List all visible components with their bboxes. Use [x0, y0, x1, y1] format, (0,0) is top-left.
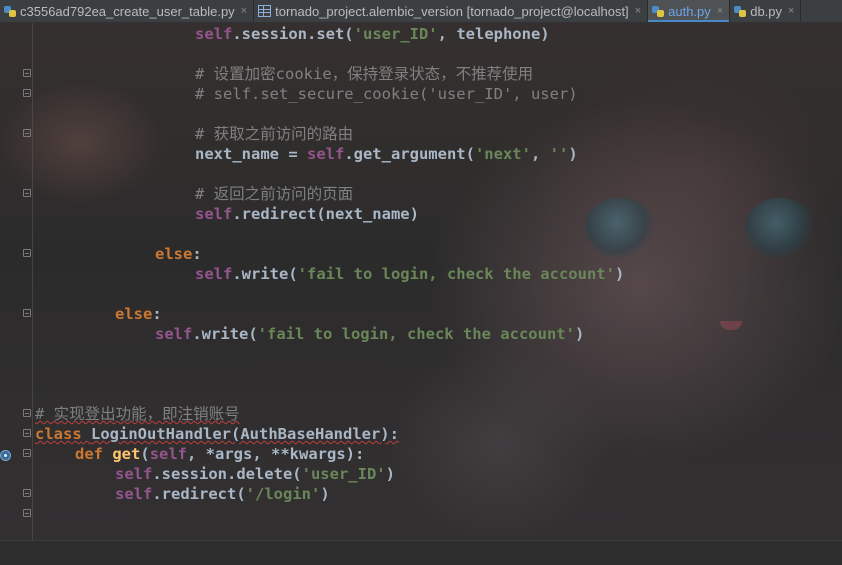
- code-token: LoginOutHandler: [91, 425, 231, 443]
- code-token: :: [192, 245, 202, 263]
- close-icon[interactable]: ×: [717, 5, 723, 17]
- code-token: (: [140, 445, 150, 463]
- code-token: def: [75, 445, 103, 463]
- status-bar: [0, 540, 842, 565]
- code-line: self.session.delete('user_ID'): [115, 464, 395, 484]
- close-icon[interactable]: ×: [635, 5, 641, 17]
- code-token: self: [195, 265, 233, 283]
- code-token: '/login': [245, 485, 321, 503]
- tab-label: tornado_project.alembic_version [tornado…: [275, 3, 629, 19]
- fold-icon[interactable]: [23, 489, 31, 497]
- code-token: ): [568, 145, 578, 163]
- tab-alembic-version-table[interactable]: tornado_project.alembic_version [tornado…: [254, 0, 649, 22]
- background-decoration: [585, 198, 655, 258]
- code-token: .session.delete(: [152, 465, 302, 483]
- close-icon[interactable]: ×: [788, 5, 794, 17]
- code-comment: # self.set_secure_cookie('user_ID', user…: [195, 85, 578, 103]
- python-file-icon: [734, 5, 747, 17]
- code-token: ,: [530, 145, 550, 163]
- code-token: self: [195, 205, 233, 223]
- code-token: 'user_ID': [301, 465, 386, 483]
- override-method-icon[interactable]: [0, 450, 11, 461]
- code-token: self: [115, 465, 153, 483]
- code-token: self: [149, 445, 188, 463]
- code-line: next_name = self.get_argument('next', ''…: [195, 144, 578, 164]
- table-icon: [258, 5, 272, 17]
- code-token: .write(: [192, 325, 258, 343]
- tab-c3556ad792ea-create-user-table[interactable]: c3556ad792ea_create_user_table.py ×: [0, 0, 255, 22]
- code-token: self: [195, 25, 233, 43]
- code-comment: # 实现登出功能，即注销账号: [35, 405, 240, 423]
- code-token: self: [306, 145, 345, 163]
- code-token: next_name =: [195, 145, 307, 163]
- fold-icon[interactable]: [23, 69, 31, 77]
- fold-icon[interactable]: [23, 129, 31, 137]
- code-token: .get_argument(: [344, 145, 475, 163]
- fold-icon[interactable]: [23, 89, 31, 97]
- tab-label: auth.py: [668, 3, 711, 19]
- code-editor[interactable]: self.session.set('user_ID', telephone) #…: [0, 23, 842, 540]
- code-comment: # 返回之前访问的页面: [195, 185, 354, 203]
- background-decoration: [745, 198, 815, 258]
- code-token: ): [614, 265, 625, 283]
- python-file-icon: [4, 5, 16, 17]
- code-line: self.write('fail to login, check the acc…: [155, 324, 584, 344]
- fold-icon[interactable]: [23, 249, 31, 257]
- code-token: :: [152, 305, 162, 323]
- code-token: .session.set(: [232, 25, 354, 43]
- fold-icon[interactable]: [23, 509, 31, 517]
- code-token: 'user_ID': [353, 25, 438, 43]
- code-token: .redirect(: [152, 485, 246, 503]
- code-line: class LoginOutHandler(AuthBaseHandler):: [35, 424, 399, 444]
- fold-icon[interactable]: [23, 309, 31, 317]
- code-line: self.write('fail to login, check the acc…: [195, 264, 624, 284]
- editor-tab-bar: c3556ad792ea_create_user_table.py × torn…: [0, 0, 842, 23]
- code-token: else: [155, 245, 193, 263]
- code-line: else:: [155, 244, 202, 264]
- code-token: get: [112, 445, 141, 463]
- code-token: class: [35, 425, 82, 443]
- code-token: , *args, **kwargs):: [187, 445, 365, 463]
- background-decoration: [720, 321, 742, 330]
- tab-label: c3556ad792ea_create_user_table.py: [20, 3, 235, 19]
- fold-icon[interactable]: [23, 409, 31, 417]
- code-line: self.session.set('user_ID', telephone): [195, 24, 550, 44]
- code-token: ): [574, 325, 585, 343]
- code-line: self.redirect('/login'): [115, 484, 330, 504]
- code-token: self: [155, 325, 193, 343]
- code-token: '': [549, 145, 569, 163]
- code-token: ): [320, 485, 330, 503]
- code-line: def get(self, *args, **kwargs):: [75, 444, 364, 464]
- code-line: else:: [115, 304, 162, 324]
- code-token: , telephone): [437, 25, 550, 43]
- gutter-divider: [32, 23, 33, 540]
- close-icon[interactable]: ×: [241, 5, 247, 17]
- fold-icon[interactable]: [23, 189, 31, 197]
- code-token: ): [385, 465, 395, 483]
- code-token: (AuthBaseHandler):: [231, 425, 399, 443]
- tab-auth-py[interactable]: auth.py ×: [648, 0, 731, 22]
- editor-gutter[interactable]: [0, 23, 34, 540]
- code-token: .redirect(next_name): [232, 205, 419, 223]
- code-comment: # 设置加密cookie，保持登录状态，不推荐使用: [195, 65, 534, 83]
- code-token: self: [115, 485, 153, 503]
- code-token: else: [115, 305, 153, 323]
- tab-db-py[interactable]: db.py ×: [730, 0, 802, 22]
- code-token: .write(: [232, 265, 298, 283]
- fold-icon[interactable]: [23, 449, 31, 457]
- python-file-icon: [652, 5, 665, 17]
- code-token: 'next': [474, 145, 531, 163]
- code-token: 'fail to login, check the account': [297, 265, 615, 283]
- code-line: self.redirect(next_name): [195, 204, 419, 224]
- code-comment: # 获取之前访问的路由: [195, 125, 354, 143]
- fold-icon[interactable]: [23, 429, 31, 437]
- code-token: 'fail to login, check the account': [257, 325, 575, 343]
- tab-label: db.py: [750, 3, 783, 19]
